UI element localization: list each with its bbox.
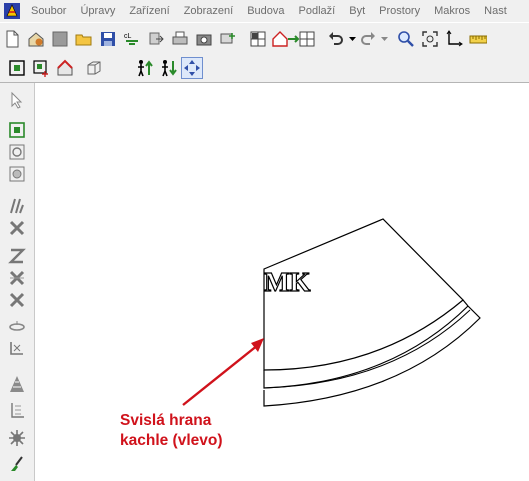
menu-budova[interactable]: Budova: [240, 0, 291, 22]
calculate-icon[interactable]: cL: [121, 28, 143, 50]
cross-a-icon[interactable]: [6, 217, 28, 239]
left-toolbox: [0, 83, 35, 481]
house-red-icon[interactable]: [54, 57, 76, 79]
tile-label: MK: [263, 266, 311, 297]
monitor-add-icon[interactable]: [217, 28, 239, 50]
zoom-icon[interactable]: [395, 28, 417, 50]
select-frame-icon[interactable]: [6, 57, 28, 79]
toolbar-separator: [106, 57, 132, 79]
cube-icon[interactable]: [83, 57, 105, 79]
select-add-icon[interactable]: [30, 57, 52, 79]
layout-icon[interactable]: [247, 28, 269, 50]
toolbar-separator: [318, 28, 324, 50]
menu-prostory[interactable]: Prostory: [372, 0, 427, 22]
rotate-select-icon[interactable]: [6, 141, 28, 163]
undo-dropdown-icon[interactable]: [348, 28, 356, 50]
menu-upravy[interactable]: Úpravy: [73, 0, 122, 22]
undo-icon[interactable]: [325, 28, 347, 50]
app-logo-icon: [0, 0, 24, 22]
annotation-line-2: kachle (vlevo): [120, 432, 223, 449]
svg-text:cL: cL: [124, 33, 132, 40]
tool-a-icon[interactable]: [6, 195, 28, 217]
annotation-text: Svislá hrana kachle (vlevo): [120, 411, 223, 451]
axis-icon[interactable]: [443, 28, 465, 50]
menu-byt[interactable]: Byt: [342, 0, 372, 22]
view-toolbar: [0, 54, 529, 83]
gear-icon[interactable]: [6, 427, 28, 449]
menu-makros[interactable]: Makros: [427, 0, 477, 22]
pointer-icon[interactable]: [6, 89, 28, 111]
annotation-line-1: Svislá hrana: [120, 412, 212, 429]
menu-zarizeni[interactable]: Zařízení: [122, 0, 176, 22]
person-up-icon[interactable]: [133, 57, 155, 79]
frame-select-icon[interactable]: [6, 119, 28, 141]
menu-nastaveni[interactable]: Nast: [477, 0, 514, 22]
menu-bar: Soubor Úpravy Zařízení Zobrazení Budova …: [0, 0, 529, 22]
cross-c-icon[interactable]: [6, 289, 28, 311]
ruler-icon[interactable]: [467, 28, 489, 50]
redo-dropdown-icon[interactable]: [380, 28, 388, 50]
zoom-window-icon[interactable]: [419, 28, 441, 50]
ring-icon[interactable]: [6, 315, 28, 337]
menu-soubor[interactable]: Soubor: [24, 0, 73, 22]
menu-zobrazeni[interactable]: Zobrazení: [177, 0, 241, 22]
circle-select-icon[interactable]: [6, 163, 28, 185]
save-icon[interactable]: [97, 28, 119, 50]
toolbar-separator: [240, 28, 246, 50]
brush-icon[interactable]: [6, 453, 28, 475]
menu-podlazi[interactable]: Podlaží: [292, 0, 343, 22]
corner-icon[interactable]: [6, 337, 28, 359]
main-toolbar: cL: [0, 22, 529, 55]
open-folder-icon[interactable]: [73, 28, 95, 50]
camera-icon[interactable]: [193, 28, 215, 50]
person-down-icon[interactable]: [157, 57, 179, 79]
redo-icon[interactable]: [357, 28, 379, 50]
move-arrows-icon[interactable]: [181, 57, 203, 79]
toolbar-separator: [388, 28, 394, 50]
house-template-icon[interactable]: [25, 28, 47, 50]
stairs-icon[interactable]: [6, 373, 28, 395]
gray-box-icon[interactable]: [49, 28, 71, 50]
new-document-icon[interactable]: [1, 28, 23, 50]
cross-b-icon[interactable]: [6, 267, 28, 289]
tool-z-icon[interactable]: [6, 245, 28, 267]
hatch-icon[interactable]: [6, 399, 28, 421]
print-icon[interactable]: [169, 28, 191, 50]
house-transfer-icon[interactable]: [271, 28, 317, 50]
export-icon[interactable]: [145, 28, 167, 50]
